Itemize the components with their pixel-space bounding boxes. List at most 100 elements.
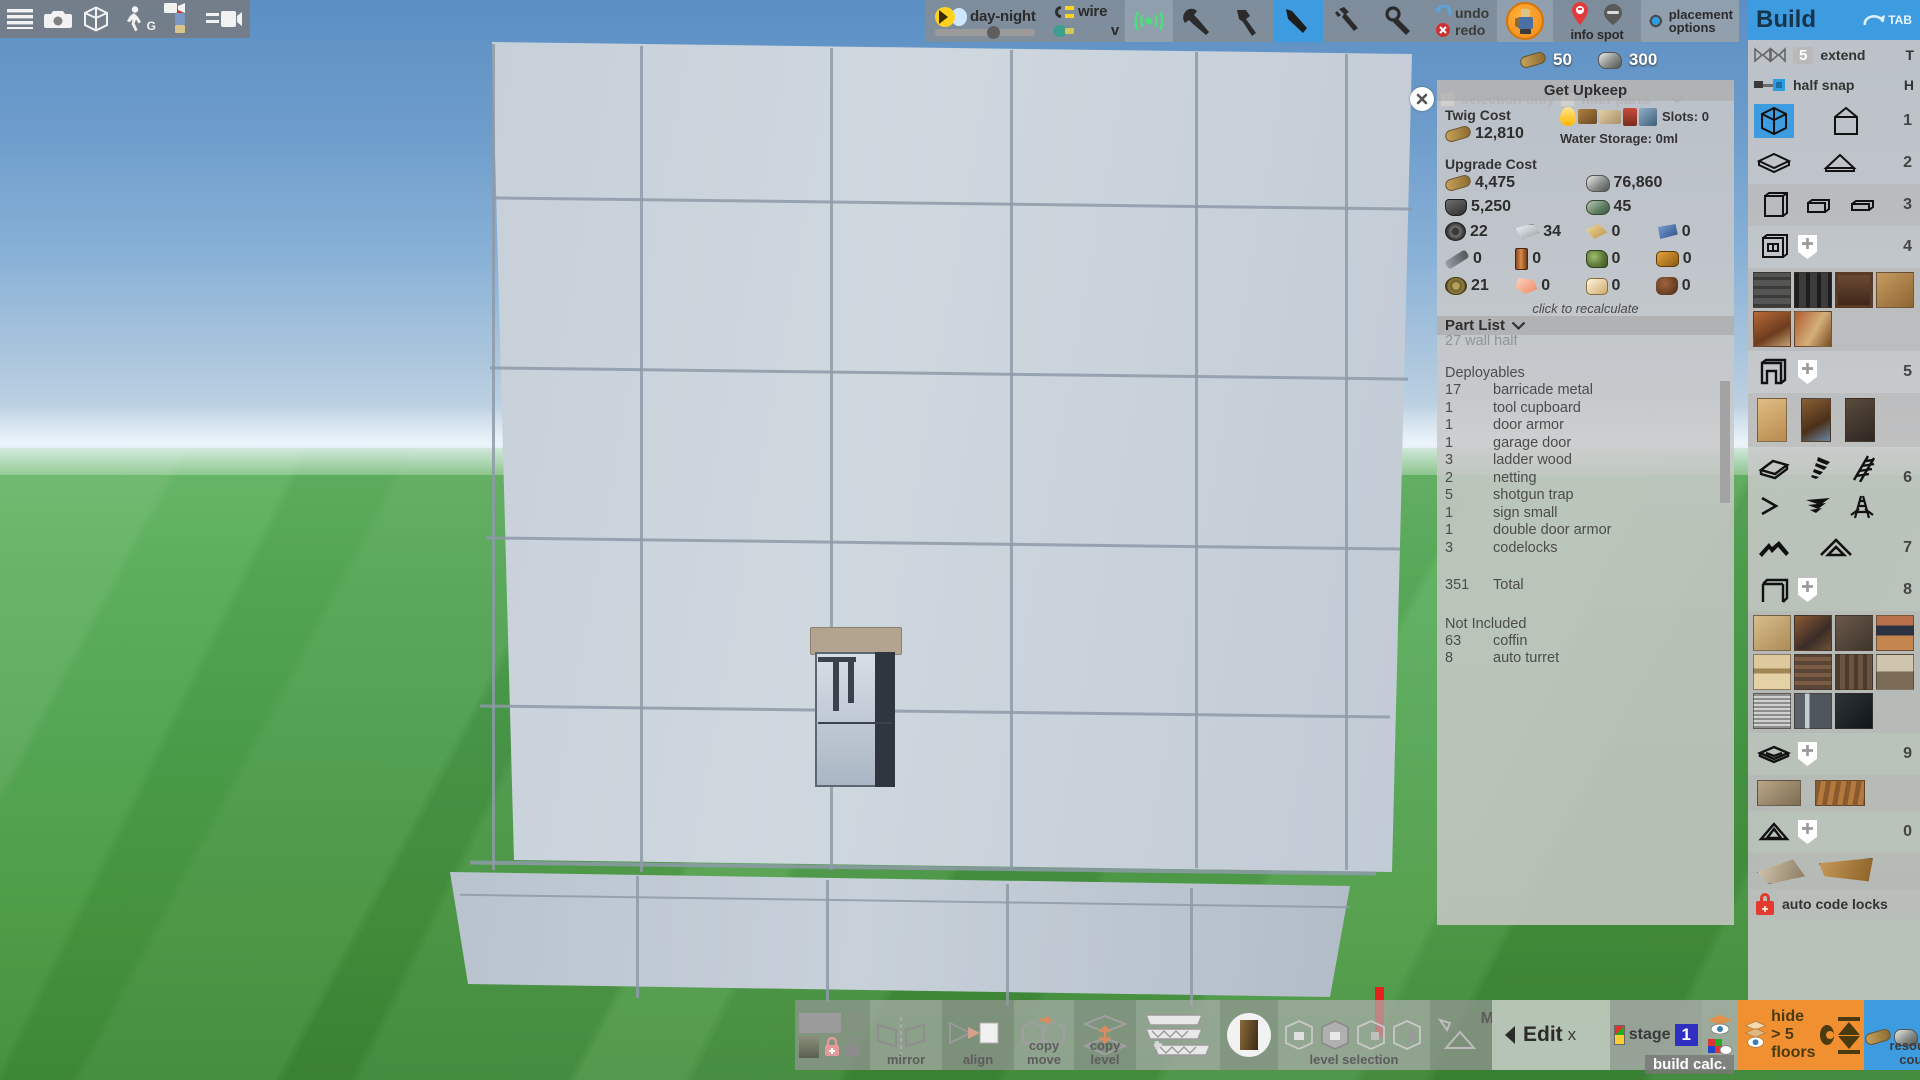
paint-tool-icon[interactable] bbox=[1173, 0, 1223, 42]
video-icon[interactable] bbox=[204, 5, 244, 33]
signal-icon[interactable] bbox=[1125, 0, 1173, 42]
layer-stack-button[interactable] bbox=[1136, 1000, 1220, 1070]
base-structure[interactable] bbox=[440, 42, 1460, 1037]
undo-redo-group[interactable]: undo redo bbox=[1425, 0, 1497, 42]
placement-options-button[interactable]: placement options bbox=[1641, 0, 1739, 42]
wall-half-icon[interactable] bbox=[1798, 188, 1838, 222]
level-selection-group[interactable]: level selection bbox=[1278, 1000, 1430, 1070]
roof-tool-button[interactable]: M bbox=[1430, 1000, 1494, 1070]
floor-frame-icon[interactable] bbox=[1754, 737, 1794, 771]
info-spot-button[interactable]: info spot bbox=[1553, 0, 1641, 42]
window-frame-icon[interactable] bbox=[1754, 230, 1794, 264]
stepper-down-arrow[interactable] bbox=[1838, 1035, 1860, 1049]
door-material-swatch[interactable] bbox=[1845, 398, 1875, 442]
day-night-slider[interactable] bbox=[935, 25, 1035, 39]
key-wrench-icon[interactable] bbox=[1373, 0, 1425, 42]
hammer-icon[interactable] bbox=[1223, 0, 1273, 42]
stepper-up-arrow[interactable] bbox=[1838, 1021, 1860, 1035]
part-list-toggle[interactable]: Part List bbox=[1437, 316, 1734, 335]
material-swatch[interactable] bbox=[1876, 615, 1914, 651]
floor-slab-icon[interactable] bbox=[1754, 146, 1794, 180]
color-swap-icon[interactable] bbox=[1707, 1038, 1733, 1056]
version-icon[interactable]: 10 bbox=[845, 1013, 865, 1033]
wire-tool[interactable]: wire v bbox=[1047, 0, 1125, 42]
crate-icon[interactable] bbox=[799, 1035, 819, 1058]
level-select-3-icon[interactable] bbox=[1354, 1018, 1388, 1052]
doorway-icon[interactable] bbox=[1754, 355, 1794, 389]
material-swatch[interactable] bbox=[1753, 615, 1791, 651]
wrench-icon[interactable] bbox=[1323, 0, 1373, 42]
material-swatch[interactable] bbox=[1794, 615, 1832, 651]
extend-row[interactable]: 5 extend T bbox=[1748, 40, 1920, 70]
stairs-triangle-icon[interactable] bbox=[1798, 489, 1838, 523]
half-snap-row[interactable]: half snap H bbox=[1748, 70, 1920, 100]
lock-tools-group[interactable]: 10 bbox=[795, 1000, 870, 1070]
player-avatar-button[interactable] bbox=[1497, 0, 1553, 42]
wall-low-icon[interactable] bbox=[1842, 188, 1882, 222]
get-upkeep-button[interactable]: Get Upkeep bbox=[1437, 80, 1734, 101]
material-swatch[interactable] bbox=[1753, 311, 1791, 347]
day-night-control[interactable]: day-night bbox=[925, 0, 1047, 42]
triangle-frame-icon[interactable] bbox=[1754, 815, 1794, 849]
door-material-swatch[interactable] bbox=[1757, 398, 1787, 442]
wall-full-icon[interactable] bbox=[1754, 188, 1794, 222]
roof-icon[interactable] bbox=[1754, 531, 1794, 565]
add-icon[interactable] bbox=[1798, 235, 1817, 259]
level-select-1-icon[interactable] bbox=[1282, 1018, 1316, 1052]
material-swatch[interactable] bbox=[1794, 693, 1832, 729]
material-swatch[interactable] bbox=[1835, 615, 1873, 651]
material-swatch[interactable] bbox=[1835, 272, 1873, 308]
copy-move-button[interactable]: copy move bbox=[1014, 1000, 1074, 1070]
recalculate-button[interactable]: click to recalculate bbox=[1445, 301, 1726, 316]
auto-code-locks-row[interactable]: auto code locks bbox=[1748, 889, 1920, 919]
close-icon[interactable] bbox=[1410, 87, 1434, 111]
align-button[interactable]: align bbox=[942, 1000, 1014, 1070]
ladder-icon[interactable] bbox=[1842, 451, 1882, 485]
player-icon[interactable] bbox=[164, 3, 194, 33]
build-tool-icon[interactable] bbox=[1273, 0, 1323, 42]
material-swatch[interactable] bbox=[1876, 272, 1914, 308]
part-list-scroll-area[interactable]: 27 wall half Deployables 17 barricade met… bbox=[1437, 335, 1734, 760]
cube-foundation-icon[interactable] bbox=[1754, 104, 1794, 138]
undo-button[interactable]: undo bbox=[1435, 5, 1489, 21]
material-swatch[interactable] bbox=[1835, 654, 1873, 690]
redo-button[interactable]: redo bbox=[1435, 22, 1489, 38]
floor-stepper[interactable] bbox=[1838, 1016, 1860, 1054]
triangle-slab-icon[interactable] bbox=[1820, 146, 1860, 180]
material-swatch[interactable] bbox=[1753, 654, 1791, 690]
add-icon[interactable] bbox=[1798, 742, 1817, 766]
door-material-swatch[interactable] bbox=[1801, 398, 1831, 442]
stairs-l-icon[interactable] bbox=[1754, 451, 1794, 485]
material-swatch[interactable] bbox=[1757, 859, 1805, 884]
build-panel-header[interactable]: Build TAB bbox=[1748, 0, 1920, 40]
material-swatch[interactable] bbox=[1753, 693, 1791, 729]
add-icon[interactable] bbox=[1798, 360, 1817, 384]
stairs-u-icon[interactable] bbox=[1754, 489, 1794, 523]
material-swatch[interactable] bbox=[1794, 311, 1832, 347]
pillar-button[interactable] bbox=[1220, 1000, 1278, 1070]
add-icon[interactable] bbox=[1798, 578, 1817, 602]
resource-count-button[interactable]: resource count bbox=[1863, 1000, 1920, 1070]
cube-icon[interactable] bbox=[82, 5, 110, 33]
material-swatch[interactable] bbox=[1876, 654, 1914, 690]
lock-grey-icon[interactable] bbox=[845, 1036, 861, 1057]
layers-eye-icon[interactable] bbox=[1706, 1014, 1734, 1034]
edit-button[interactable]: Edit x bbox=[1492, 1000, 1610, 1070]
hide-floors-control[interactable]: hide > 5 floors bbox=[1738, 1000, 1864, 1070]
level-select-2-icon[interactable] bbox=[1318, 1018, 1352, 1052]
walk-icon[interactable]: G bbox=[120, 5, 156, 33]
roof-foundation-icon[interactable] bbox=[1826, 104, 1866, 138]
slider-knob[interactable] bbox=[987, 25, 1000, 39]
wall-frame-icon[interactable] bbox=[1754, 573, 1794, 607]
material-swatch[interactable] bbox=[1794, 654, 1832, 690]
camera-icon[interactable] bbox=[44, 5, 72, 33]
copy-level-button[interactable]: copy level bbox=[1074, 1000, 1136, 1070]
blank-slot[interactable] bbox=[799, 1012, 841, 1033]
material-swatch[interactable] bbox=[1819, 858, 1873, 882]
roof-gable-icon[interactable] bbox=[1816, 531, 1856, 565]
scrollbar-thumb[interactable] bbox=[1720, 381, 1730, 503]
material-swatch[interactable] bbox=[1753, 272, 1791, 308]
add-icon[interactable] bbox=[1798, 820, 1817, 844]
gear-icon[interactable] bbox=[1819, 1025, 1834, 1045]
material-swatch[interactable] bbox=[1757, 780, 1801, 806]
